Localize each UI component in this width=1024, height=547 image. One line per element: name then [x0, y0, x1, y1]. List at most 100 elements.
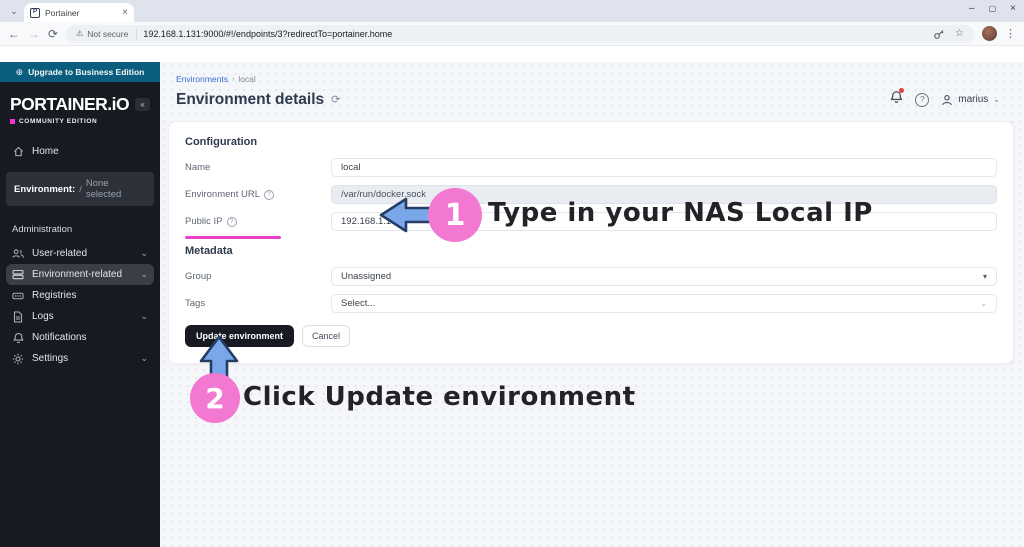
gear-icon: [12, 353, 24, 365]
sidebar-item-user-related[interactable]: User-related ⌄: [0, 243, 160, 264]
sidebar-home-label: Home: [32, 146, 59, 157]
portainer-favicon-icon: P: [30, 7, 40, 18]
window-controls: – ▢ ×: [969, 3, 1016, 14]
minimize-icon[interactable]: –: [969, 3, 975, 14]
page-top-gap: [0, 46, 1024, 62]
group-label: Group: [185, 271, 212, 282]
username: marius: [958, 94, 989, 105]
server-icon: [12, 269, 24, 281]
bell-icon: [12, 332, 24, 344]
tab-search-button[interactable]: ⌄: [6, 3, 22, 19]
sidebar-item-home[interactable]: Home: [0, 141, 160, 162]
sidebar-item-notifications[interactable]: Notifications: [0, 327, 160, 348]
group-selected-value: Unassigned: [341, 271, 392, 282]
tab-search-caret-icon: ⌄: [10, 5, 18, 16]
maximize-icon[interactable]: ▢: [989, 4, 997, 13]
users-icon: [12, 248, 24, 260]
environment-value: None selected: [85, 178, 122, 200]
address-bar[interactable]: ⚠ Not secure 192.168.1.131:9000/#!/endpo…: [66, 24, 974, 43]
group-row: Group Unassigned ▾: [185, 267, 997, 286]
name-row: Name: [185, 158, 997, 177]
cancel-button[interactable]: Cancel: [302, 325, 351, 347]
breadcrumb-separator-icon: ›: [231, 75, 235, 83]
edition-badge: COMMUNITY EDITION: [0, 115, 160, 125]
sidebar-item-registries[interactable]: Registries: [0, 285, 160, 306]
tab-title: Portainer: [45, 7, 80, 18]
sidebar-item-label: User-related: [32, 248, 88, 259]
upgrade-banner[interactable]: ⊕ Upgrade to Business Edition: [0, 62, 160, 82]
environment-label: Environment:: [14, 183, 76, 195]
select-caret-icon: ⌄: [980, 299, 987, 308]
not-secure-label: Not secure: [87, 28, 129, 39]
configuration-heading: Configuration: [185, 136, 258, 148]
chevron-down-icon: ⌄: [140, 311, 148, 321]
browser-tab[interactable]: P Portainer ×: [24, 3, 134, 22]
portainer-logo: PORTAINER.iO: [10, 94, 130, 114]
help-tooltip-icon[interactable]: ?: [226, 216, 237, 227]
url-text[interactable]: 192.168.1.131:9000/#!/endpoints/3?redire…: [143, 29, 927, 39]
name-label: Name: [185, 162, 211, 173]
group-select[interactable]: Unassigned ▾: [331, 267, 997, 286]
step1-number: 1: [444, 197, 466, 233]
tags-row: Tags Select... ⌄: [185, 294, 997, 313]
main-content: Environments › local Environment details…: [160, 62, 1024, 547]
name-input[interactable]: [331, 158, 997, 177]
environment-details-card: Configuration Name Environment URL ? Pub…: [168, 121, 1014, 364]
sidebar-item-logs[interactable]: Logs ⌄: [0, 306, 160, 327]
not-secure-chip[interactable]: ⚠ Not secure: [76, 28, 138, 39]
forward-icon[interactable]: →: [28, 28, 40, 40]
sidebar-item-label: Environment-related: [32, 269, 123, 280]
sidebar-item-label: Notifications: [32, 332, 87, 343]
window-close-icon[interactable]: ×: [1010, 3, 1016, 14]
page-title: Environment details: [176, 90, 325, 108]
browser-profile-avatar[interactable]: [982, 26, 997, 41]
tab-close-icon[interactable]: ×: [122, 7, 128, 18]
help-tooltip-icon[interactable]: ?: [263, 189, 274, 200]
user-menu[interactable]: marius ⌄: [941, 94, 1000, 106]
browser-tab-strip: ⌄ P Portainer × – ▢ ×: [0, 0, 1024, 22]
sidebar-item-label: Registries: [32, 290, 77, 301]
step2-text: Click Update environment: [243, 382, 636, 412]
tags-placeholder: Select...: [341, 298, 376, 309]
back-icon[interactable]: ←: [8, 28, 20, 40]
upgrade-banner-label: Upgrade to Business Edition: [28, 67, 145, 77]
upgrade-icon: ⊕: [15, 66, 24, 77]
browser-toolbar: ← → ⟳ ⚠ Not secure 192.168.1.131:9000/#!…: [0, 22, 1024, 46]
file-icon: [12, 310, 24, 323]
public-ip-highlight-underline: [185, 236, 281, 239]
sidebar-item-label: Logs: [32, 311, 54, 322]
select-caret-icon: ▾: [982, 272, 987, 281]
home-icon: [12, 146, 24, 158]
step1-badge: 1: [428, 188, 482, 242]
browser-menu-icon[interactable]: ⋮: [1005, 27, 1016, 40]
question-icon: ?: [920, 95, 925, 104]
reload-icon[interactable]: ⟳: [48, 28, 58, 40]
registry-icon: [12, 290, 24, 302]
edition-label: COMMUNITY EDITION: [19, 118, 98, 125]
breadcrumb-current: local: [238, 74, 256, 84]
bookmark-star-icon[interactable]: ☆: [955, 28, 964, 39]
step2-number: 2: [205, 381, 225, 415]
tags-select[interactable]: Select... ⌄: [331, 294, 997, 313]
edition-square-icon: [10, 119, 15, 124]
administration-header: Administration: [12, 224, 73, 235]
step1-text: Type in your NAS Local IP: [488, 198, 873, 228]
breadcrumb-environments-link[interactable]: Environments: [176, 74, 228, 84]
chevron-down-icon: ⌄: [140, 269, 148, 279]
sidebar-collapse-button[interactable]: «: [135, 98, 150, 111]
user-caret-icon: ⌄: [993, 95, 1000, 104]
notification-dot: [899, 88, 905, 93]
refresh-icon[interactable]: ⟳: [331, 93, 340, 106]
chevron-down-icon: ⌄: [140, 353, 148, 363]
sidebar-item-settings[interactable]: Settings ⌄: [0, 348, 160, 369]
person-icon: [942, 94, 953, 105]
breadcrumb: Environments › local: [168, 74, 1014, 84]
public-ip-label: Public IP: [185, 216, 223, 227]
sidebar: ⊕ Upgrade to Business Edition PORTAINER.…: [0, 62, 160, 547]
environment-selector[interactable]: Environment: / None selected: [6, 172, 154, 206]
help-button[interactable]: ?: [915, 92, 930, 107]
metadata-heading: Metadata: [185, 245, 233, 257]
sidebar-item-environment-related[interactable]: Environment-related ⌄: [6, 264, 154, 285]
password-key-icon[interactable]: [933, 28, 945, 40]
notifications-bell-button[interactable]: [890, 88, 905, 109]
